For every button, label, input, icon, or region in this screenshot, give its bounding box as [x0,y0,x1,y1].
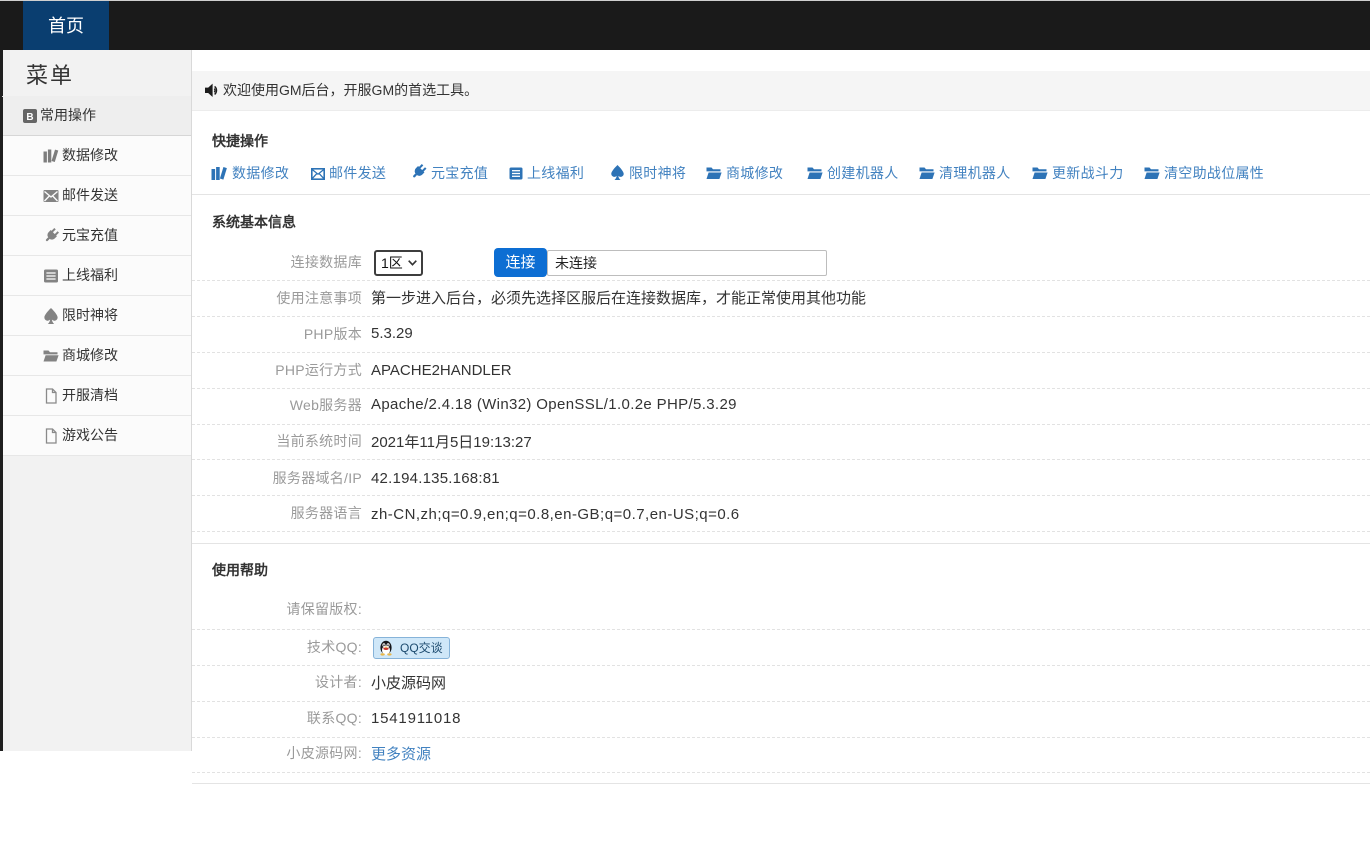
svg-text:B: B [26,112,33,123]
